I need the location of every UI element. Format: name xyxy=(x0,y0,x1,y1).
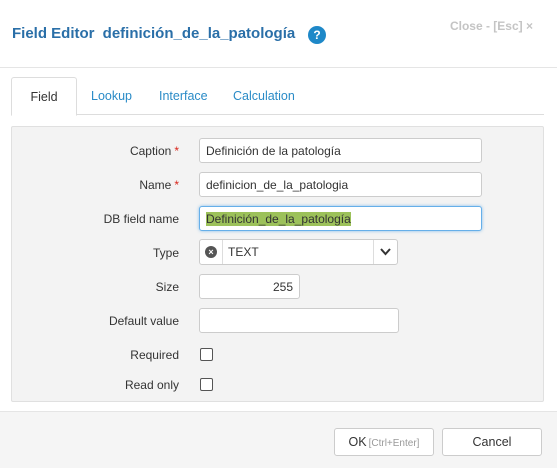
db-field-name-value: Definición_de_la_patología xyxy=(206,212,351,226)
size-label: Size xyxy=(155,280,179,294)
type-select[interactable]: × TEXT xyxy=(199,239,398,265)
caption-row: Caption * Definición de la patología xyxy=(12,138,545,164)
type-value: TEXT xyxy=(228,245,259,259)
chevron-down-icon[interactable] xyxy=(373,240,397,264)
db-field-name-row: DB field name Definición_de_la_patología xyxy=(12,206,545,232)
size-input[interactable]: 255 xyxy=(199,274,300,299)
read-only-label: Read only xyxy=(124,378,179,392)
tab-calculation[interactable]: Calculation xyxy=(221,77,307,115)
type-row: Type × TEXT xyxy=(12,239,545,265)
ok-shortcut-hint: [Ctrl+Enter] xyxy=(368,438,420,449)
read-only-checkbox[interactable] xyxy=(200,378,213,391)
name-input[interactable]: definicion_de_la_patologia xyxy=(199,172,482,197)
dialog-title: Field Editor definición_de_la_patología xyxy=(12,25,295,42)
size-row: Size 255 xyxy=(12,274,545,300)
default-value-label: Default value xyxy=(108,314,179,328)
ok-label: OK xyxy=(348,435,367,449)
read-only-row: Read only xyxy=(12,372,545,398)
default-value-row: Default value xyxy=(12,308,545,334)
dialog-header: Field Editor definición_de_la_patología … xyxy=(0,0,557,68)
name-row: Name * definicion_de_la_patologia xyxy=(12,172,545,198)
dialog-title-prefix: Field Editor xyxy=(12,25,95,42)
tab-field[interactable]: Field xyxy=(11,77,77,116)
required-row: Required xyxy=(12,342,545,368)
ok-button[interactable]: OK [Ctrl+Enter] xyxy=(334,428,434,456)
cancel-button[interactable]: Cancel xyxy=(442,428,542,456)
required-mark: * xyxy=(174,144,179,158)
required-label: Required xyxy=(130,348,179,362)
required-checkbox[interactable] xyxy=(200,348,213,361)
name-label: Name * xyxy=(139,178,179,192)
db-field-name-label: DB field name xyxy=(103,212,179,226)
field-form-panel: Caption * Definición de la patología Name… xyxy=(11,126,544,402)
close-button[interactable]: Close - [Esc] × xyxy=(450,19,533,33)
dialog-footer: OK [Ctrl+Enter] Cancel xyxy=(0,411,557,468)
dialog-title-field-name: definición_de_la_patología xyxy=(102,25,296,42)
required-mark: * xyxy=(174,178,179,192)
db-field-name-input[interactable]: Definición_de_la_patología xyxy=(199,206,482,231)
tab-bar: Field Lookup Interface Calculation xyxy=(11,77,544,116)
tab-interface[interactable]: Interface xyxy=(147,77,220,115)
help-icon[interactable]: ? xyxy=(308,26,326,44)
caption-input[interactable]: Definición de la patología xyxy=(199,138,482,163)
type-label: Type xyxy=(152,246,179,260)
tab-lookup[interactable]: Lookup xyxy=(79,77,144,115)
caption-label: Caption * xyxy=(129,144,179,158)
clear-icon[interactable]: × xyxy=(205,246,217,258)
type-divider xyxy=(222,240,223,264)
default-value-input[interactable] xyxy=(199,308,399,333)
